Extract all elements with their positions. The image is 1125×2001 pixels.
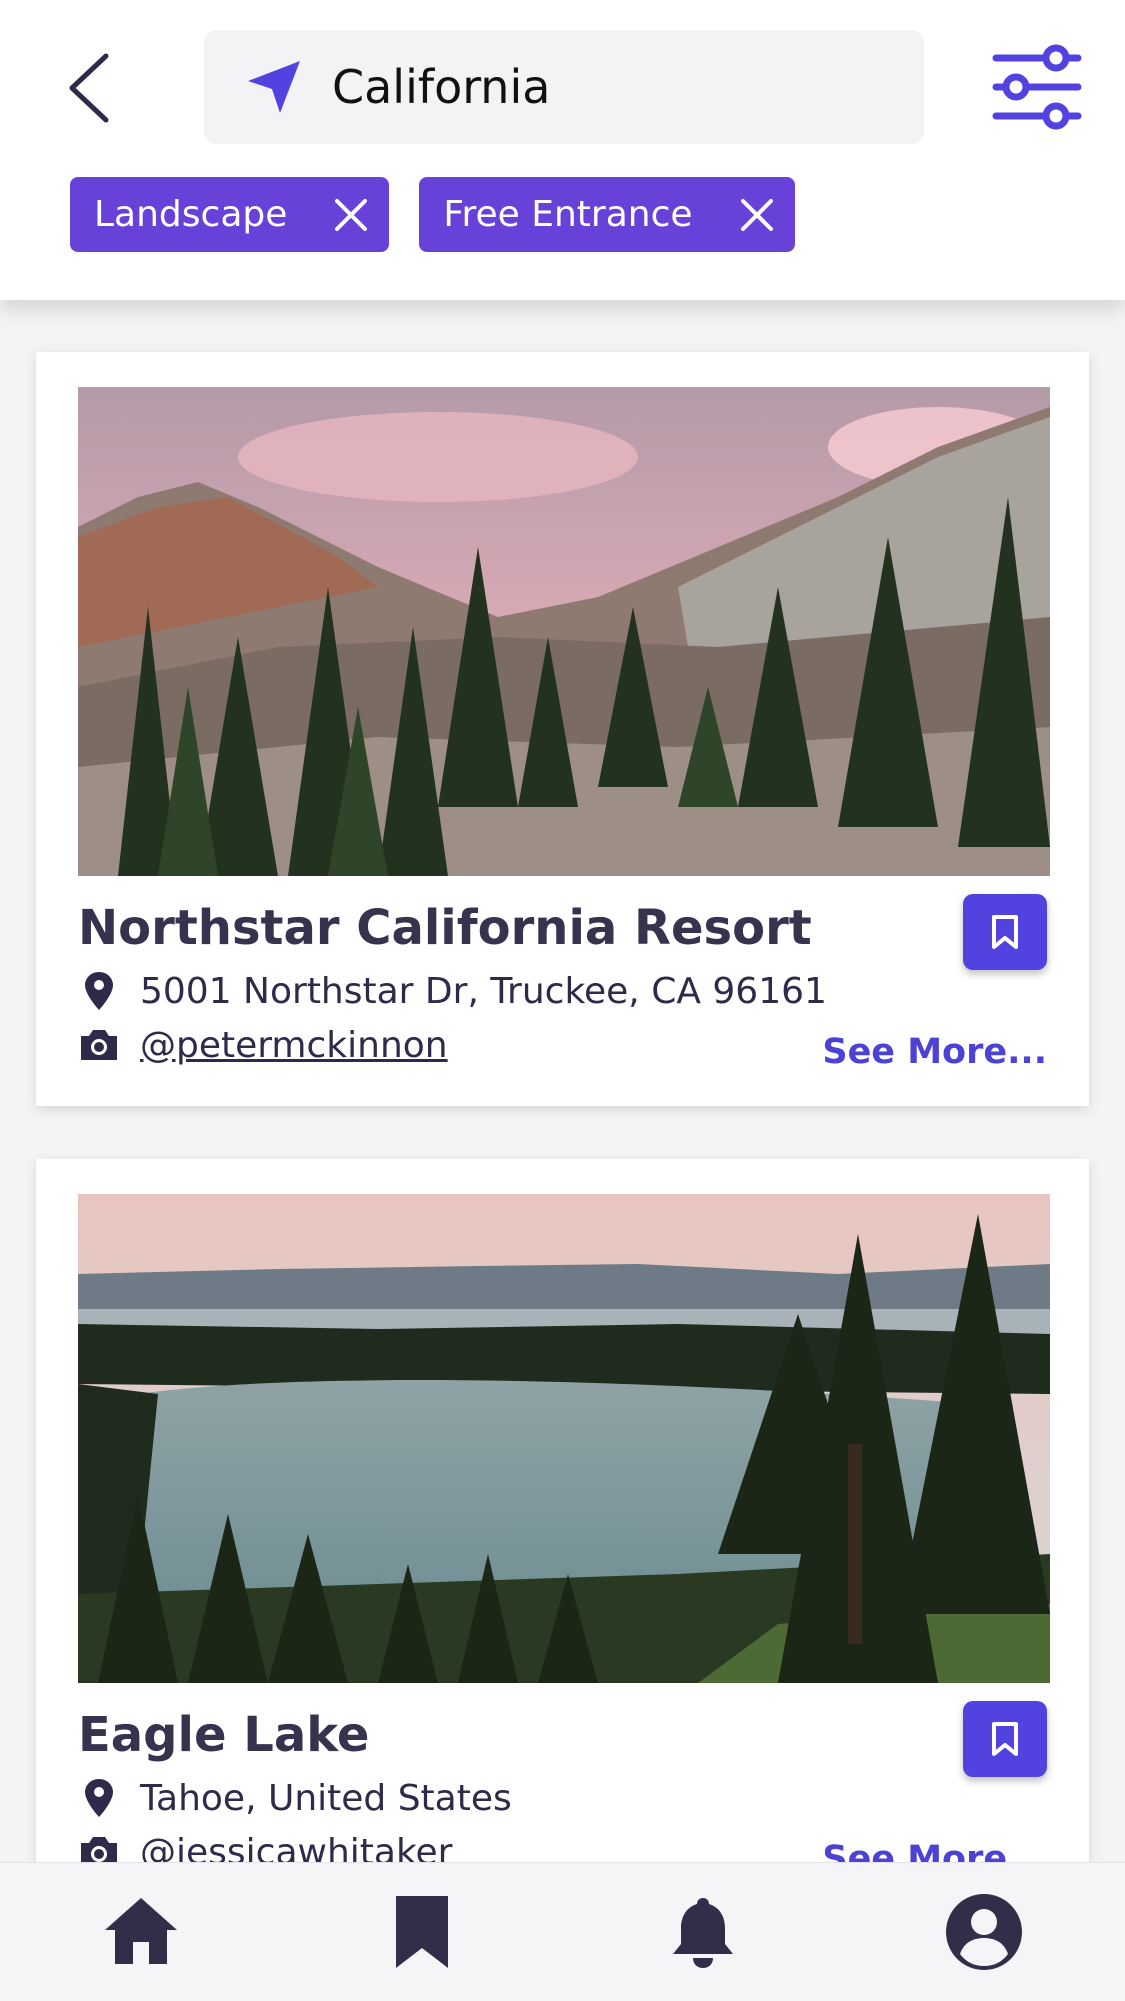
close-icon[interactable]	[739, 197, 775, 233]
camera-icon	[81, 1030, 117, 1060]
search-input[interactable]	[332, 60, 892, 114]
bookmark-icon	[992, 1722, 1018, 1756]
result-title[interactable]: Eagle Lake	[78, 1707, 369, 1763]
see-more-link[interactable]: See More...	[822, 1032, 1047, 1072]
nav-notifications[interactable]	[563, 1863, 844, 2001]
map-pin-icon	[85, 972, 113, 1010]
photographer-row: @petermckinnon	[78, 1024, 448, 1066]
user-icon	[946, 1894, 1023, 1970]
location-search-box[interactable]	[204, 30, 924, 144]
bookmark-button[interactable]	[963, 894, 1047, 970]
address-row: 5001 Northstar Dr, Truckee, CA 96161	[78, 970, 827, 1012]
location-photo	[78, 1194, 1050, 1683]
address-row: Tahoe, United States	[78, 1777, 512, 1819]
bottom-navigation	[0, 1862, 1125, 2001]
result-card[interactable]: Northstar California Resort 5001 Northst…	[36, 352, 1089, 1106]
address-text: 5001 Northstar Dr, Truckee, CA 96161	[140, 970, 827, 1012]
result-title[interactable]: Northstar California Resort	[78, 900, 812, 956]
bookmark-button[interactable]	[963, 1701, 1047, 1777]
nav-bookmarks[interactable]	[281, 1863, 562, 2001]
photographer-link[interactable]: @petermckinnon	[140, 1025, 448, 1066]
navigation-arrow-icon	[248, 61, 300, 113]
nav-home[interactable]	[0, 1863, 281, 2001]
chip-label: Free Entrance	[443, 194, 693, 235]
bookmark-icon	[992, 915, 1018, 949]
top-bar: Landscape Free Entrance	[0, 0, 1125, 300]
location-photo	[78, 387, 1050, 876]
bookmark-icon	[395, 1896, 448, 1968]
chip-label: Landscape	[94, 194, 288, 235]
result-card[interactable]: Eagle Lake Tahoe, United States @jessica…	[36, 1159, 1089, 1959]
active-filter-chips: Landscape Free Entrance	[70, 177, 795, 252]
close-icon[interactable]	[333, 197, 369, 233]
filter-chip-free-entrance: Free Entrance	[419, 177, 795, 252]
back-chevron-icon[interactable]	[60, 48, 120, 128]
filter-chip-landscape: Landscape	[70, 177, 390, 252]
map-pin-icon	[85, 1779, 113, 1817]
filter-sliders-icon[interactable]	[990, 42, 1084, 132]
address-text: Tahoe, United States	[140, 1777, 512, 1819]
nav-profile[interactable]	[844, 1863, 1125, 2001]
home-icon	[104, 1898, 177, 1964]
bell-icon	[673, 1898, 734, 1968]
